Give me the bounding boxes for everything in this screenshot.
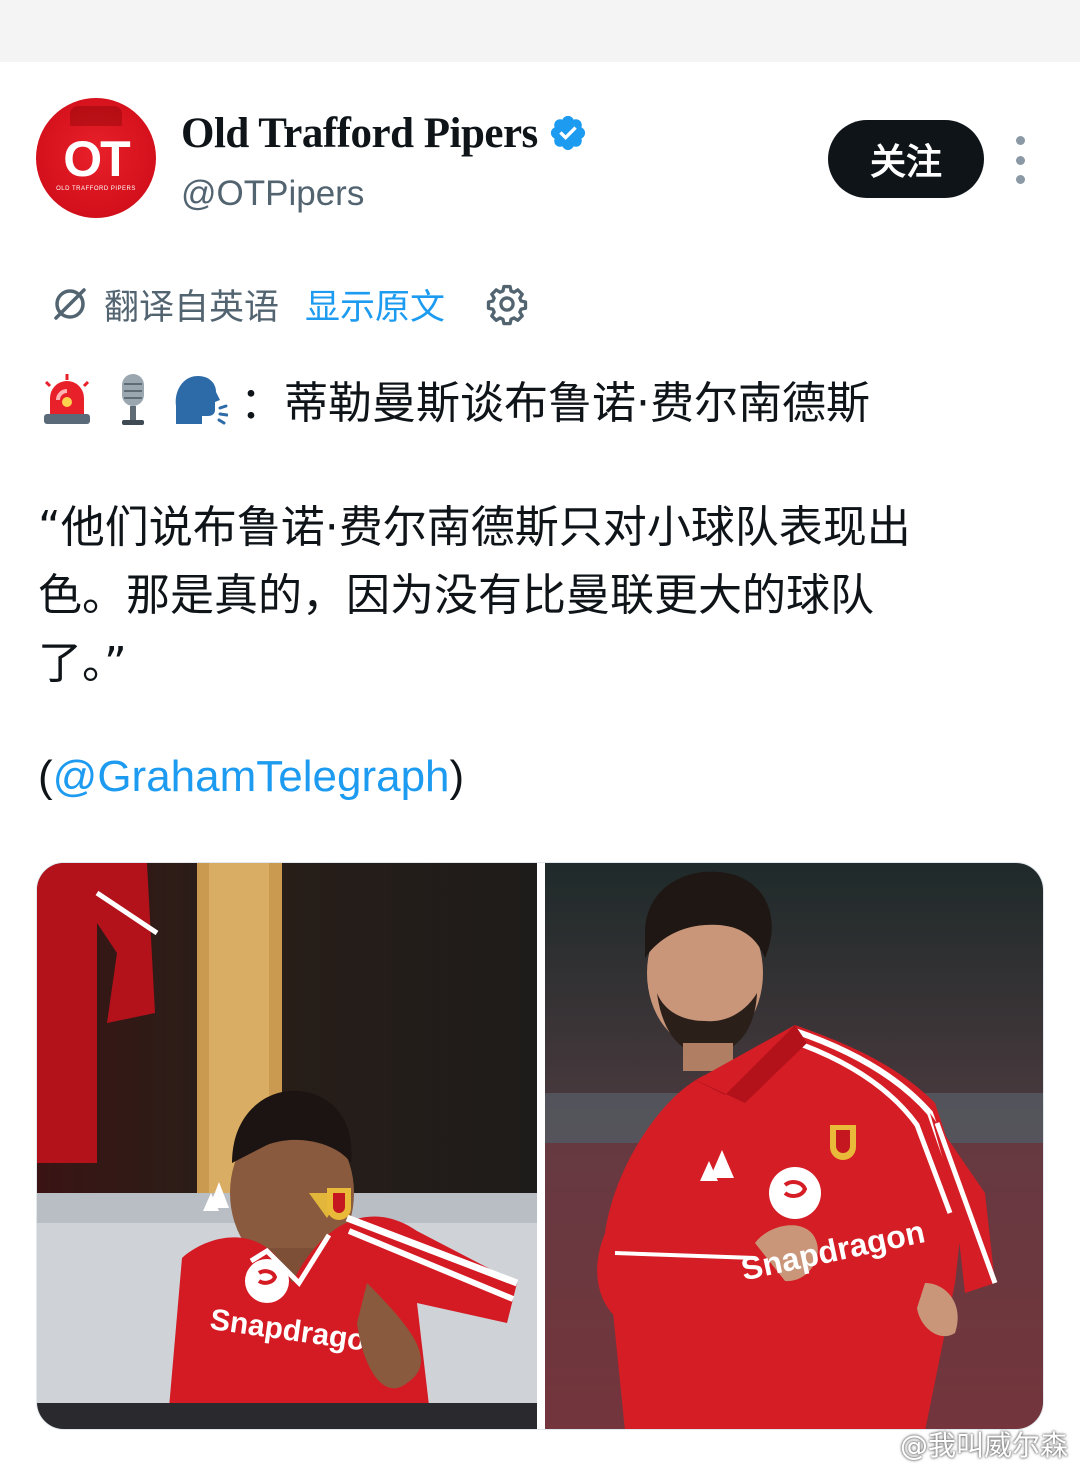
top-band <box>0 0 1080 62</box>
translate-icon <box>54 288 86 320</box>
quote-line: “他们说布鲁诺·费尔南德斯只对小球队表现出 <box>38 502 911 553</box>
watermark: @我叫威尔森 <box>860 1426 1068 1462</box>
translated-from-label: 翻译自英语 <box>104 287 280 328</box>
tweet-headline: ：蒂勒曼斯谈布鲁诺·费尔南德斯 <box>240 378 870 429</box>
siren-emoji-icon <box>44 374 90 424</box>
source-open-paren: ( <box>38 752 53 801</box>
source-close-paren: ) <box>449 752 465 801</box>
watermark-text: @我叫威尔森 <box>899 1429 1068 1462</box>
source-line: (@GrahamTelegraph) <box>38 752 464 802</box>
verified-badge-icon <box>550 115 585 151</box>
source-mention-link[interactable]: @GrahamTelegraph <box>53 752 450 801</box>
tweet-quote: “他们说布鲁诺·费尔南德斯只对小球队表现出 色。那是真的，因为没有比曼联更大的球… <box>38 494 1048 698</box>
media-grid: Snapdragon Snapdragon <box>36 862 1044 1430</box>
media-photo-right[interactable]: Snapdragon <box>545 863 1043 1429</box>
weibo-logo-icon <box>860 1432 894 1458</box>
tweet-headline-row: ：蒂勒曼斯谈布鲁诺·费尔南德斯 <box>38 366 870 432</box>
avatar-logo-text: OT <box>63 131 130 187</box>
account-avatar[interactable]: OT OLD TRAFFORD PIPERS <box>36 98 156 218</box>
account-display-name[interactable]: Old Trafford Pipers <box>181 109 538 158</box>
display-name-row[interactable]: Old Trafford Pipers <box>181 108 588 158</box>
follow-button[interactable]: 关注 <box>828 120 984 198</box>
quote-line: 了。” <box>38 638 127 689</box>
right-photo-illustration: Snapdragon <box>545 863 1043 1429</box>
microphone-emoji-icon <box>122 374 144 425</box>
gear-icon[interactable] <box>485 282 529 326</box>
account-handle[interactable]: @OTPipers <box>181 174 364 214</box>
media-photo-left[interactable]: Snapdragon <box>37 863 537 1429</box>
quote-line: 色。那是真的，因为没有比曼联更大的球队 <box>38 570 874 621</box>
translation-row: 翻译自英语 显示原文 <box>48 276 529 332</box>
speaking-head-emoji-icon <box>175 376 228 425</box>
left-photo-illustration: Snapdragon <box>37 863 537 1429</box>
show-original-link[interactable]: 显示原文 <box>305 279 445 330</box>
more-options-icon[interactable] <box>1004 136 1036 184</box>
avatar-logo-subtext: OLD TRAFFORD PIPERS <box>56 186 136 192</box>
avatar-crest <box>70 106 122 126</box>
